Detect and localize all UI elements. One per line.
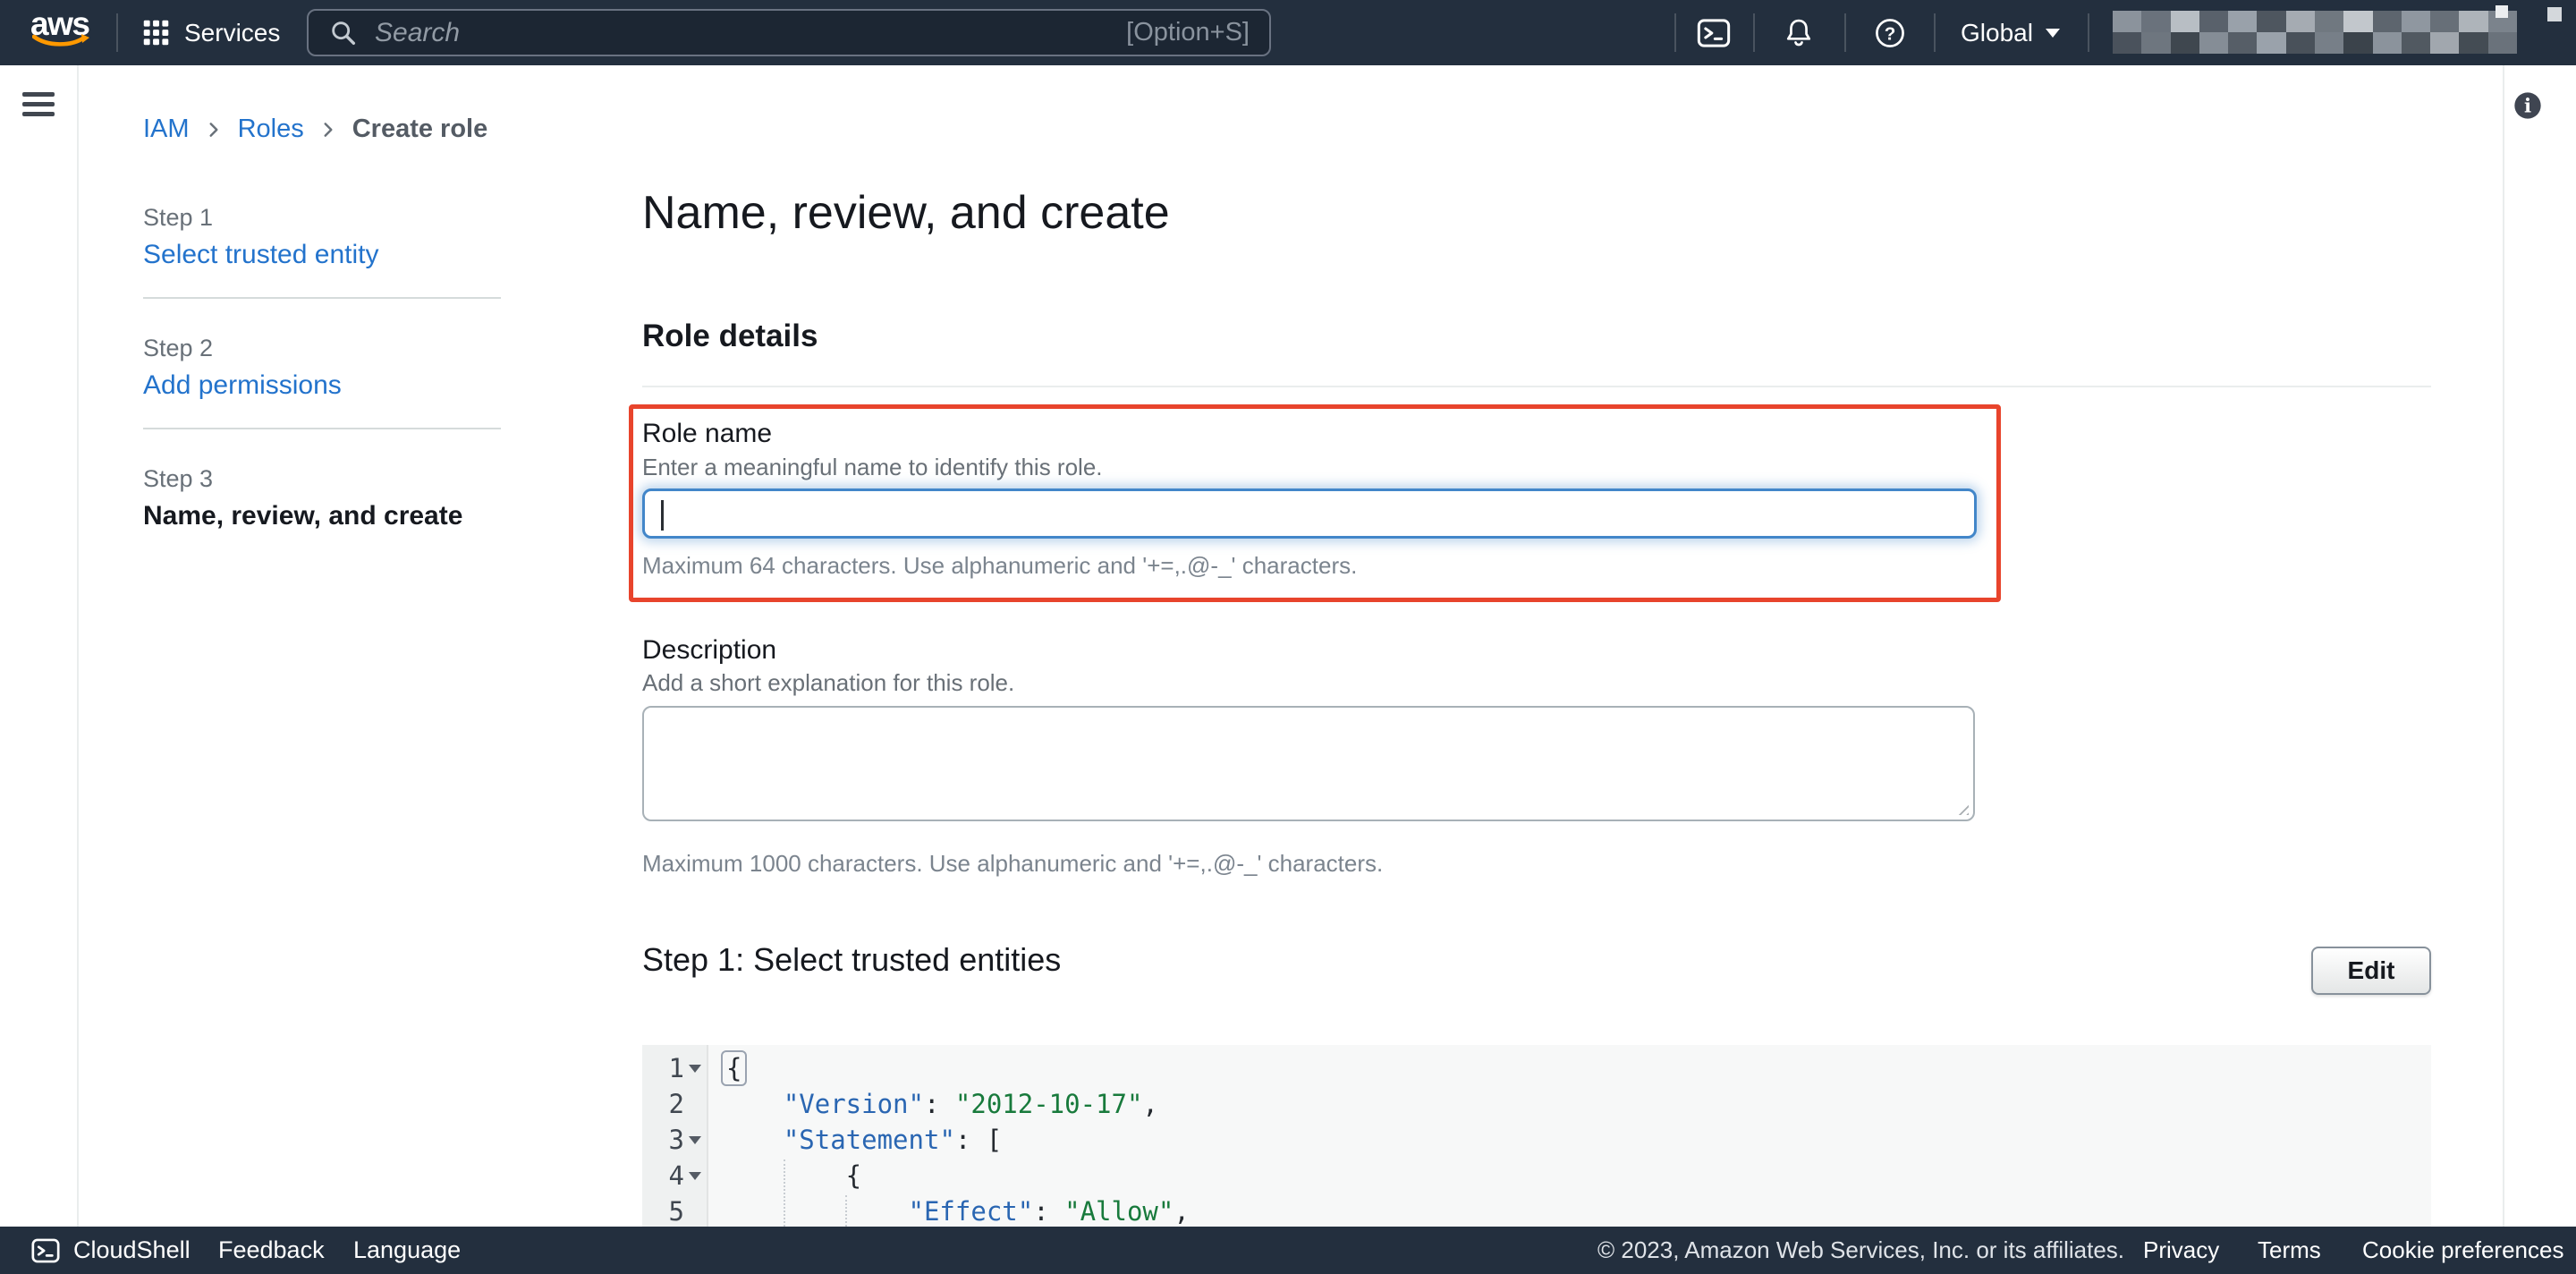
topbar-divider [2088,13,2089,52]
region-selector[interactable]: Global [1961,0,2060,65]
search-shortcut-hint: [Option+S] [1126,18,1250,47]
trusted-entities-heading: Step 1: Select trusted entities [642,941,1061,979]
chevron-right-icon [204,120,224,140]
services-menu-button[interactable]: Services [141,0,280,65]
description-help: Add a short explanation for this role. [642,669,1014,697]
footer-cloudshell-button[interactable]: CloudShell [30,1227,191,1274]
role-name-label: Role name [642,419,772,449]
resize-handle[interactable] [1953,800,1969,815]
step-1-link[interactable]: Select trusted entity [143,240,501,270]
hamburger-icon [22,92,55,97]
breadcrumb-link-roles[interactable]: Roles [238,115,304,144]
edit-button[interactable]: Edit [2311,947,2431,995]
footer-language-link[interactable]: Language [353,1227,461,1274]
cloudshell-button[interactable] [1696,0,1732,65]
text-cursor [661,500,664,531]
description-constraint: Maximum 1000 characters. Use alphanumeri… [642,850,1383,878]
wizard-steps-nav: Step 1 Select trusted entity Step 2 Add … [143,204,501,558]
info-circle-icon: i [2513,91,2542,120]
topbar-divider [1753,13,1755,52]
search-input[interactable]: Search [Option+S] [307,9,1271,56]
footer-terms-link[interactable]: Terms [2258,1227,2321,1274]
footer-cookie-link[interactable]: Cookie preferences [2362,1227,2563,1274]
cloudshell-label: CloudShell [73,1236,191,1264]
page-title: Name, review, and create [642,186,1170,240]
blur-artifact [2547,7,2562,21]
editor-line: 5 "Effect": "Allow", [642,1193,2431,1227]
right-panel-divider [2503,65,2504,1227]
svg-text:i: i [2524,95,2531,117]
top-navigation-bar: aws Services Search [Option+S] [0,0,2576,65]
terminal-icon [1696,15,1732,51]
indent-guide [784,1159,785,1227]
search-icon [328,18,359,48]
search-placeholder: Search [375,18,460,48]
step-2-link[interactable]: Add permissions [143,370,501,401]
editor-line: 3 "Statement": [ [642,1122,2431,1158]
step-3-label: Step 3 [143,465,501,493]
services-grid-icon [141,18,171,47]
step-3-current: Name, review, and create [143,501,501,531]
notifications-button[interactable] [1782,0,1816,65]
fold-caret-icon[interactable] [689,1065,701,1073]
account-menu-redacted[interactable] [2113,11,2517,54]
breadcrumb: IAM Roles Create role [143,115,487,144]
svg-text:?: ? [1885,23,1896,44]
description-label: Description [642,635,776,666]
section-divider [642,386,2431,387]
indent-guide [845,1195,847,1227]
editor-lines: 1{2 "Version": "2012-10-17",3 "Statement… [642,1045,2431,1227]
bell-icon [1782,16,1816,50]
editor-line: 4 { [642,1158,2431,1193]
role-name-input[interactable] [642,488,1977,539]
blur-artifact [2496,5,2508,18]
role-name-help: Enter a meaningful name to identify this… [642,454,1103,481]
left-panel-divider [77,65,79,1227]
breadcrumb-link-iam[interactable]: IAM [143,115,190,144]
fold-caret-icon[interactable] [689,1172,701,1180]
region-label: Global [1961,19,2033,47]
footer-feedback-link[interactable]: Feedback [218,1227,325,1274]
role-details-heading: Role details [642,318,818,354]
policy-editor[interactable]: 1{2 "Version": "2012-10-17",3 "Statement… [642,1045,2431,1227]
aws-logo-text: aws [30,9,93,39]
step-1-label: Step 1 [143,204,501,232]
step-2-label: Step 2 [143,335,501,362]
info-panel-button[interactable]: i [2513,91,2542,120]
question-circle-icon: ? [1873,16,1907,50]
footer-copyright: © 2023, Amazon Web Services, Inc. or its… [1597,1227,2124,1274]
topbar-divider [1674,13,1676,52]
services-label: Services [184,19,280,47]
topbar-divider [116,13,118,52]
steps-divider [143,297,501,299]
fold-caret-icon[interactable] [689,1136,701,1144]
sidebar-toggle-button[interactable] [22,87,56,122]
topbar-divider [1934,13,1936,52]
footer-bar: CloudShell Feedback Language © 2023, Ama… [0,1227,2576,1274]
caret-down-icon [2046,29,2060,38]
role-name-constraint: Maximum 64 characters. Use alphanumeric … [642,552,1357,580]
topbar-divider [1844,13,1846,52]
terminal-icon [30,1236,61,1266]
editor-line: 2 "Version": "2012-10-17", [642,1086,2431,1122]
editor-line: 1{ [642,1050,2431,1086]
chevron-right-icon [318,120,338,140]
breadcrumb-current: Create role [352,115,488,144]
steps-divider [143,428,501,429]
description-textarea[interactable] [642,706,1975,821]
aws-logo[interactable]: aws [30,9,93,50]
help-button[interactable]: ? [1873,0,1907,65]
footer-privacy-link[interactable]: Privacy [2143,1227,2219,1274]
